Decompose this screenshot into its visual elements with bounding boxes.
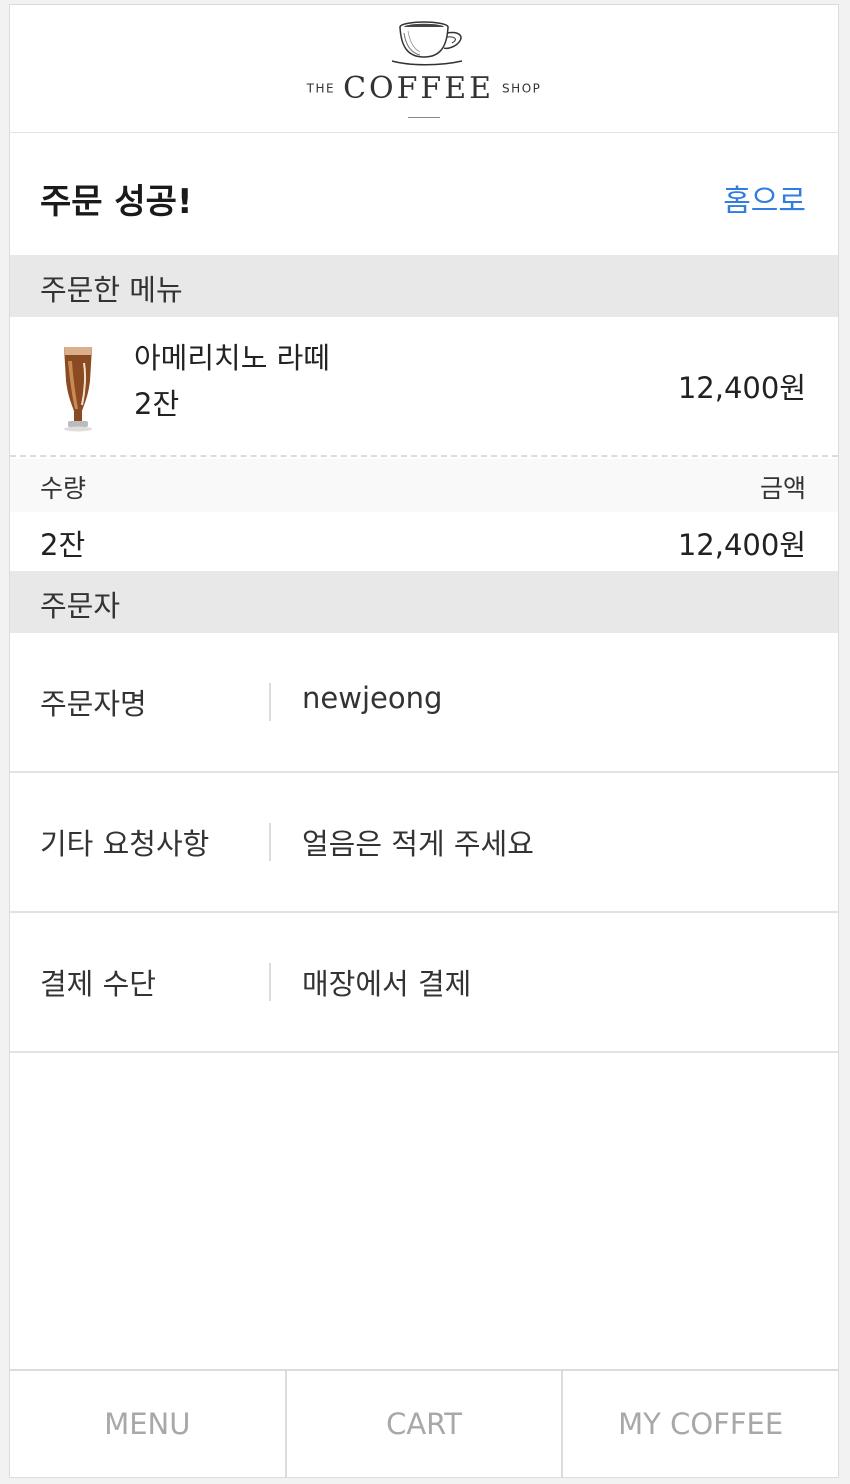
- tab-cart[interactable]: CART: [284, 1371, 562, 1477]
- quantity-value: 2잔: [40, 528, 86, 562]
- request-row: 기타 요청사항 얼음은 적게 주세요: [10, 773, 838, 913]
- logo-coffee: COFFEE: [343, 71, 495, 106]
- section-title: 주문자: [40, 589, 121, 623]
- info-label: 주문자명: [40, 687, 147, 721]
- divider: [269, 823, 271, 861]
- latte-glass-image: [64, 347, 92, 432]
- order-item: 아메리치노 라떼 2잔 12,400원: [10, 317, 838, 457]
- info-value: 얼음은 적게 주세요: [302, 827, 534, 861]
- title-row: 주문 성공! 홈으로: [10, 134, 838, 255]
- logo-divider: [408, 117, 440, 118]
- page-title: 주문 성공!: [40, 182, 193, 222]
- orderer-header: 주문자: [10, 571, 838, 633]
- info-value: newjeong: [302, 681, 443, 715]
- coffee-cup-icon: [391, 21, 463, 66]
- tab-my-coffee[interactable]: MY COFFEE: [561, 1371, 838, 1477]
- item-price: 12,400원: [677, 371, 806, 405]
- divider: [269, 963, 271, 1001]
- app-frame: THE COFFEE SHOP 주문 성공! 홈으로 주문한 메뉴 아메리치노 라떼…: [9, 4, 839, 1478]
- divider: [269, 683, 271, 721]
- payment-row: 결제 수단 매장에서 결제: [10, 913, 838, 1053]
- tab-menu[interactable]: MENU: [10, 1371, 285, 1477]
- orderer-name-row: 주문자명 newjeong: [10, 633, 838, 773]
- header: THE COFFEE SHOP: [10, 5, 838, 133]
- ordered-menu-header: 주문한 메뉴: [10, 255, 838, 317]
- bottom-tab-bar: MENU CART MY COFFEE: [10, 1369, 838, 1477]
- item-quantity: 2잔: [134, 387, 180, 421]
- logo: THE COFFEE SHOP: [10, 71, 838, 106]
- logo-shop: SHOP: [502, 81, 542, 96]
- logo-the: THE: [306, 81, 336, 96]
- info-value: 매장에서 결제: [302, 967, 472, 1001]
- summary-values: 2잔 12,400원: [10, 512, 838, 572]
- home-link[interactable]: 홈으로: [723, 176, 806, 220]
- amount-value: 12,400원: [677, 528, 806, 562]
- item-name: 아메리치노 라떼: [134, 341, 330, 375]
- info-label: 결제 수단: [40, 967, 156, 1001]
- summary-header: 수량 금액: [10, 459, 838, 512]
- quantity-label: 수량: [40, 474, 87, 503]
- info-label: 기타 요청사항: [40, 827, 210, 861]
- amount-label: 금액: [759, 474, 806, 503]
- section-title: 주문한 메뉴: [40, 273, 183, 307]
